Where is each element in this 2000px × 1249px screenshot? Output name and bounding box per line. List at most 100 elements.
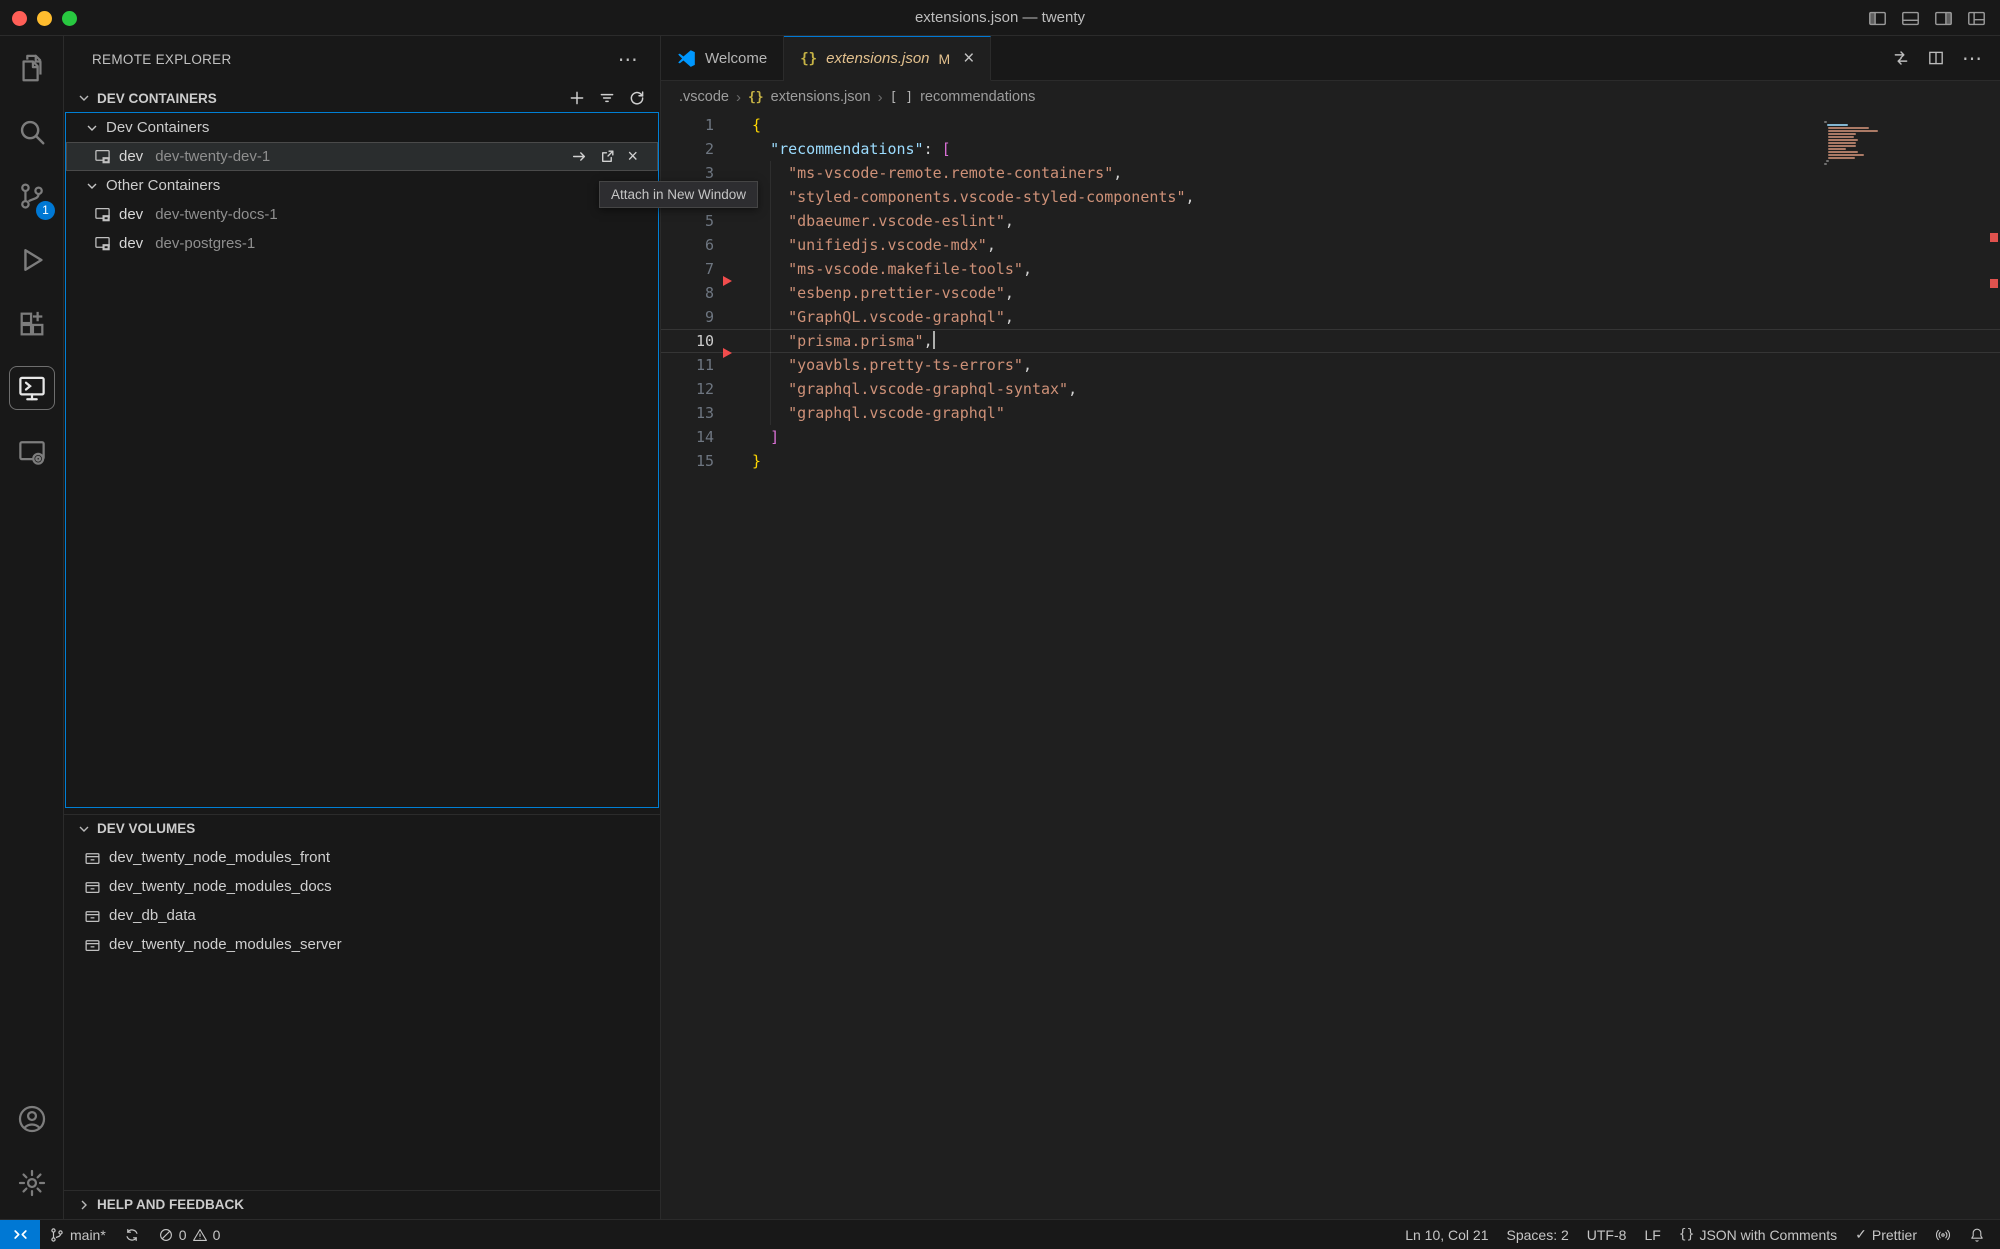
gutter[interactable] bbox=[714, 233, 752, 257]
explorer-icon[interactable] bbox=[0, 36, 64, 100]
section-dev-containers[interactable]: DEV CONTAINERS bbox=[64, 84, 660, 112]
code-text[interactable]: } bbox=[752, 449, 761, 473]
formatter-status[interactable]: ✓ Prettier bbox=[1846, 1220, 1926, 1249]
gutter[interactable] bbox=[714, 305, 752, 329]
sync-status[interactable] bbox=[115, 1220, 149, 1249]
remote-indicator-button[interactable] bbox=[0, 1220, 40, 1249]
new-dev-container-icon[interactable] bbox=[568, 89, 586, 107]
gutter[interactable] bbox=[714, 329, 752, 353]
tab-welcome[interactable]: Welcome bbox=[661, 36, 784, 81]
language-mode-status[interactable]: {} JSON with Comments bbox=[1670, 1220, 1846, 1249]
code-text[interactable]: "styled-components.vscode-styled-compone… bbox=[752, 185, 1195, 209]
line-number[interactable]: 14 bbox=[661, 425, 714, 449]
section-help-and-feedback[interactable]: HELP AND FEEDBACK bbox=[64, 1190, 660, 1218]
code-editor[interactable]: 1{2 "recommendations": [3 "ms-vscode-rem… bbox=[661, 113, 2000, 1219]
customize-layout-icon[interactable] bbox=[1967, 9, 1986, 28]
code-line-5[interactable]: 5 "dbaeumer.vscode-eslint", bbox=[661, 209, 2000, 233]
code-text[interactable]: ] bbox=[752, 425, 779, 449]
extensions-icon[interactable] bbox=[0, 292, 64, 356]
volume-item[interactable]: dev_twenty_node_modules_docs bbox=[64, 872, 660, 901]
code-text[interactable]: "ms-vscode.makefile-tools", bbox=[752, 257, 1032, 281]
line-number[interactable]: 11 bbox=[661, 353, 714, 377]
volume-item[interactable]: dev_db_data bbox=[64, 901, 660, 930]
compare-changes-icon[interactable] bbox=[1892, 49, 1910, 67]
container-dev-postgres-1[interactable]: dev dev-postgres-1 bbox=[66, 229, 658, 258]
code-line-10[interactable]: 10 "prisma.prisma", bbox=[661, 329, 2000, 353]
code-line-3[interactable]: 3 "ms-vscode-remote.remote-containers", bbox=[661, 161, 2000, 185]
remote-explorer-icon[interactable] bbox=[0, 356, 64, 420]
code-line-2[interactable]: 2 "recommendations": [ bbox=[661, 137, 2000, 161]
gutter[interactable] bbox=[714, 401, 752, 425]
section-dev-volumes[interactable]: DEV VOLUMES bbox=[64, 814, 660, 842]
line-number[interactable]: 7 bbox=[661, 257, 714, 281]
code-text[interactable]: "GraphQL.vscode-graphql", bbox=[752, 305, 1014, 329]
code-line-12[interactable]: 12 "graphql.vscode-graphql-syntax", bbox=[661, 377, 2000, 401]
code-line-9[interactable]: 9 "GraphQL.vscode-graphql", bbox=[661, 305, 2000, 329]
breadcrumb-symbol[interactable]: recommendations bbox=[920, 89, 1035, 105]
line-number[interactable]: 15 bbox=[661, 449, 714, 473]
code-line-7[interactable]: 7 "ms-vscode.makefile-tools", bbox=[661, 257, 2000, 281]
gutter[interactable] bbox=[714, 281, 752, 305]
code-line-15[interactable]: 15} bbox=[661, 449, 2000, 473]
feedback-status[interactable] bbox=[1926, 1220, 1960, 1249]
code-text[interactable]: "recommendations": [ bbox=[752, 137, 951, 161]
gutter[interactable] bbox=[714, 209, 752, 233]
toggle-secondary-sidebar-icon[interactable] bbox=[1934, 9, 1953, 28]
close-tab-icon[interactable]: × bbox=[963, 48, 974, 70]
eol-status[interactable]: LF bbox=[1635, 1220, 1669, 1249]
line-number[interactable]: 12 bbox=[661, 377, 714, 401]
toggle-primary-sidebar-icon[interactable] bbox=[1868, 9, 1887, 28]
stop-container-icon[interactable]: × bbox=[627, 148, 638, 165]
volume-item[interactable]: dev_twenty_node_modules_server bbox=[64, 930, 660, 959]
gutter[interactable] bbox=[714, 257, 752, 281]
line-number[interactable]: 10 bbox=[661, 329, 714, 353]
gutter[interactable] bbox=[714, 449, 752, 473]
encoding-status[interactable]: UTF-8 bbox=[1578, 1220, 1636, 1249]
line-number[interactable]: 9 bbox=[661, 305, 714, 329]
search-icon[interactable] bbox=[0, 100, 64, 164]
code-text[interactable]: "esbenp.prettier-vscode", bbox=[752, 281, 1014, 305]
settings-gear-icon[interactable] bbox=[0, 1151, 64, 1215]
code-text[interactable]: "graphql.vscode-graphql-syntax", bbox=[752, 377, 1077, 401]
code-text[interactable]: "unifiedjs.vscode-mdx", bbox=[752, 233, 996, 257]
gutter[interactable] bbox=[714, 377, 752, 401]
code-line-6[interactable]: 6 "unifiedjs.vscode-mdx", bbox=[661, 233, 2000, 257]
gutter[interactable] bbox=[714, 353, 752, 377]
line-number[interactable]: 6 bbox=[661, 233, 714, 257]
attach-in-new-window-icon[interactable] bbox=[599, 148, 616, 165]
accounts-icon[interactable] bbox=[0, 1087, 64, 1151]
breadcrumb-file[interactable]: extensions.json bbox=[771, 89, 871, 105]
group-other-containers[interactable]: Other Containers bbox=[66, 171, 658, 200]
gutter[interactable] bbox=[714, 113, 752, 137]
code-line-13[interactable]: 13 "graphql.vscode-graphql" bbox=[661, 401, 2000, 425]
code-text[interactable]: "prisma.prisma", bbox=[752, 329, 935, 353]
breadcrumb-folder[interactable]: .vscode bbox=[679, 89, 729, 105]
code-line-11[interactable]: 11 "yoavbls.pretty-ts-errors", bbox=[661, 353, 2000, 377]
code-text[interactable]: "ms-vscode-remote.remote-containers", bbox=[752, 161, 1122, 185]
code-text[interactable]: "yoavbls.pretty-ts-errors", bbox=[752, 353, 1032, 377]
container-dev-twenty-docs-1[interactable]: dev dev-twenty-docs-1 bbox=[66, 200, 658, 229]
code-text[interactable]: "dbaeumer.vscode-eslint", bbox=[752, 209, 1014, 233]
problems-status[interactable]: 0 0 bbox=[149, 1220, 230, 1249]
source-control-icon[interactable]: 1 bbox=[0, 164, 64, 228]
cursor-position-status[interactable]: Ln 10, Col 21 bbox=[1396, 1220, 1497, 1249]
code-text[interactable]: "graphql.vscode-graphql" bbox=[752, 401, 1005, 425]
minimap[interactable] bbox=[1824, 121, 1896, 166]
notifications-status[interactable] bbox=[1960, 1220, 1994, 1249]
refresh-icon[interactable] bbox=[628, 89, 646, 107]
run-debug-icon[interactable] bbox=[0, 228, 64, 292]
line-number[interactable]: 8 bbox=[661, 281, 714, 305]
editor-more-actions-icon[interactable]: ⋯ bbox=[1962, 46, 1982, 71]
sidebar-more-actions-icon[interactable]: ⋯ bbox=[618, 36, 638, 84]
line-number[interactable]: 1 bbox=[661, 113, 714, 137]
filter-icon[interactable] bbox=[598, 89, 616, 107]
code-line-4[interactable]: 4 "styled-components.vscode-styled-compo… bbox=[661, 185, 2000, 209]
line-number[interactable]: 5 bbox=[661, 209, 714, 233]
gutter[interactable] bbox=[714, 425, 752, 449]
line-number[interactable]: 13 bbox=[661, 401, 714, 425]
gutter[interactable] bbox=[714, 137, 752, 161]
attach-to-container-icon[interactable] bbox=[571, 148, 588, 165]
git-branch-status[interactable]: main* bbox=[40, 1220, 115, 1249]
line-number[interactable]: 2 bbox=[661, 137, 714, 161]
indentation-status[interactable]: Spaces: 2 bbox=[1498, 1220, 1578, 1249]
